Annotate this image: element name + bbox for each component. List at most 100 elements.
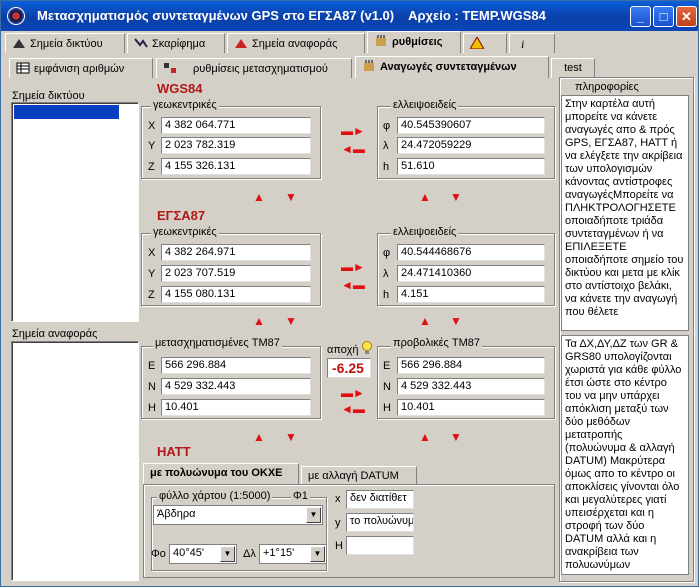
egsa87-geo-to-ell-arrow[interactable]: ▬► [341,261,365,273]
close-button[interactable]: ✕ [676,6,697,27]
tm87-h1-field[interactable]: 10.401 [161,399,311,416]
map-sheet-select[interactable]: Άβδηρα ▼ [153,505,323,525]
wgs84-x-field[interactable]: 4 382 064.771 [161,117,311,134]
wgs84-y-field[interactable]: 2 023 782.319 [161,137,311,154]
tm87-h2-field[interactable]: 10.401 [397,399,545,416]
hatt-title: HATT [157,444,191,459]
map-sheet-value: Άβδηρα [157,508,196,520]
wgs84-phi-field[interactable]: 40.545390607 [397,117,545,134]
chevron-down-icon[interactable]: ▼ [220,546,235,562]
egsa87-phi-field[interactable]: 40.544468676 [397,244,545,261]
axis-phi-label: φ [383,120,391,132]
wgs84-title: WGS84 [157,81,203,96]
hand-icon [364,60,374,71]
network-points-icon [13,39,25,48]
list-item-selected[interactable] [14,105,119,119]
hatt-h-field[interactable] [346,536,414,555]
tm87-e1-field[interactable]: 566 296.884 [161,357,311,374]
tab-reference-points[interactable]: Σημεία αναφοράς [227,33,365,53]
tm87-to-hatt-arrow[interactable]: ▲ [253,431,265,443]
hatt-to-projected-arrow[interactable]: ▼ [450,431,462,443]
warning-icon [470,37,484,49]
tm87-to-egsa87-arrow[interactable]: ▼ [285,315,297,327]
egsa87-y-field[interactable]: 2 023 707.519 [161,265,311,282]
tab-test[interactable]: test [551,58,595,78]
transform-icon [164,63,176,73]
tab-transform-settings[interactable]: ρυθμίσεις μετασχηματισμού [156,58,352,78]
window-title: Μετασχηματισμός συντεταγμένων GPS στο ΕΓ… [37,8,546,23]
wgs84-ell-to-geo-arrow[interactable]: ◄▬ [341,143,365,155]
hatt-y-field[interactable]: το πολυώνυμ [346,513,414,532]
wgs84-to-egsa87-geo-arrow[interactable]: ▲ [253,191,265,203]
tm87-to-projected-arrow[interactable]: ▬► [341,387,365,399]
chevron-down-icon[interactable]: ▼ [306,507,321,523]
axis-h-label: h [383,161,390,173]
tab-sketch[interactable]: Σκαρίφημα [127,33,225,53]
deviation-field[interactable]: -6.25 [327,358,371,378]
app-globe-icon[interactable] [7,7,25,25]
tab-number-display[interactable]: εμφάνιση αριθμών [9,58,153,78]
egsa87-ellipsoidal-label: ελλειψοειδείς [391,226,459,238]
projected-to-tm87-arrow[interactable]: ◄▬ [341,403,365,415]
map-sheet-label: φύλλο χάρτου (1:5000) [157,490,273,502]
egsa87-h-field[interactable]: 4.151 [397,286,545,303]
egsa87-to-projected-arrow[interactable]: ▲ [419,315,431,327]
wgs84-geo-to-ell-arrow[interactable]: ▬► [341,125,365,137]
wgs84-to-egsa87-ell-arrow[interactable]: ▲ [419,191,431,203]
reference-points-list[interactable] [11,341,139,581]
dl-value: +1°15' [263,547,295,559]
axis-n-label: N [383,381,391,393]
lightbulb-icon[interactable] [361,341,373,355]
tm87-e2-field[interactable]: 566 296.884 [397,357,545,374]
tab-coordinate-reductions[interactable]: Αναγωγές συντεταγμένων [355,56,549,78]
egsa87-ell-to-geo-arrow[interactable]: ◄▬ [341,279,365,291]
tab-warning[interactable] [463,33,507,53]
dl-select[interactable]: +1°15' ▼ [259,544,327,564]
tab-settings[interactable]: ρυθμίσεις [367,31,461,53]
phi1-label: Φ1 [291,490,310,502]
wgs84-z-field[interactable]: 4 155 326.131 [161,158,311,175]
axis-lambda-label: λ [383,140,389,152]
tab-hatt-polynomials[interactable]: με πολυώνυμα του ΟΚΧΕ [143,463,299,485]
maximize-button[interactable]: □ [653,6,674,27]
svg-text:i: i [521,37,524,49]
tab-about[interactable]: i [509,33,555,53]
hatt-y-label: y [335,517,341,529]
reference-points-icon [235,39,247,48]
sketch-icon [134,38,148,48]
phi0-select[interactable]: 40°45' ▼ [169,544,237,564]
hatt-h-label: H [335,540,343,552]
egsa87-to-tm87-arrow[interactable]: ▲ [253,315,265,327]
info-text-2: Τα ΔΧ,ΔΥ,ΔΖ των GR & GRS80 υπολογίζονται… [561,335,689,575]
wgs84-lambda-field[interactable]: 24.472059229 [397,137,545,154]
egsa87-z-field[interactable]: 4 155 080.131 [161,286,311,303]
hatt-to-tm87-arrow[interactable]: ▼ [285,431,297,443]
axis-y-label: Y [148,268,156,280]
projected-to-hatt-arrow[interactable]: ▲ [419,431,431,443]
settings-hand-icon [376,35,386,46]
tm87-n1-field[interactable]: 4 529 332.443 [161,378,311,395]
network-points-list[interactable] [11,102,139,322]
tab-network-points[interactable]: Σημεία δικτύου [5,33,125,53]
tm87-n2-field[interactable]: 4 529 332.443 [397,378,545,395]
minimize-button[interactable]: _ [630,6,651,27]
axis-z-label: Z [148,161,155,173]
hatt-x-field[interactable]: δεν διατίθετ [346,490,414,509]
title-bar[interactable]: Μετασχηματισμός συντεταγμένων GPS στο ΕΓ… [1,1,698,31]
network-points-label: Σημεία δικτύου [12,90,85,102]
projected-to-egsa87-arrow[interactable]: ▼ [450,315,462,327]
axis-e-label: E [148,360,156,372]
axis-x-label: X [148,120,156,132]
egsa87-lambda-field[interactable]: 24.471410360 [397,265,545,282]
wgs84-ellipsoidal-label: ελλειψοειδείς [391,99,459,111]
egsa87-to-wgs84-geo-arrow[interactable]: ▼ [285,191,297,203]
chevron-down-icon[interactable]: ▼ [310,546,325,562]
axis-e-label: E [383,360,391,372]
wgs84-h-field[interactable]: 51.610 [397,158,545,175]
egsa87-x-field[interactable]: 4 382 264.971 [161,244,311,261]
axis-h2-label: H [148,402,156,414]
phi0-label: Φο [151,548,166,560]
tab-hatt-datum-change[interactable]: με αλλαγή DATUM [301,466,417,486]
info-icon: i [521,37,524,49]
egsa87-to-wgs84-ell-arrow[interactable]: ▼ [450,191,462,203]
